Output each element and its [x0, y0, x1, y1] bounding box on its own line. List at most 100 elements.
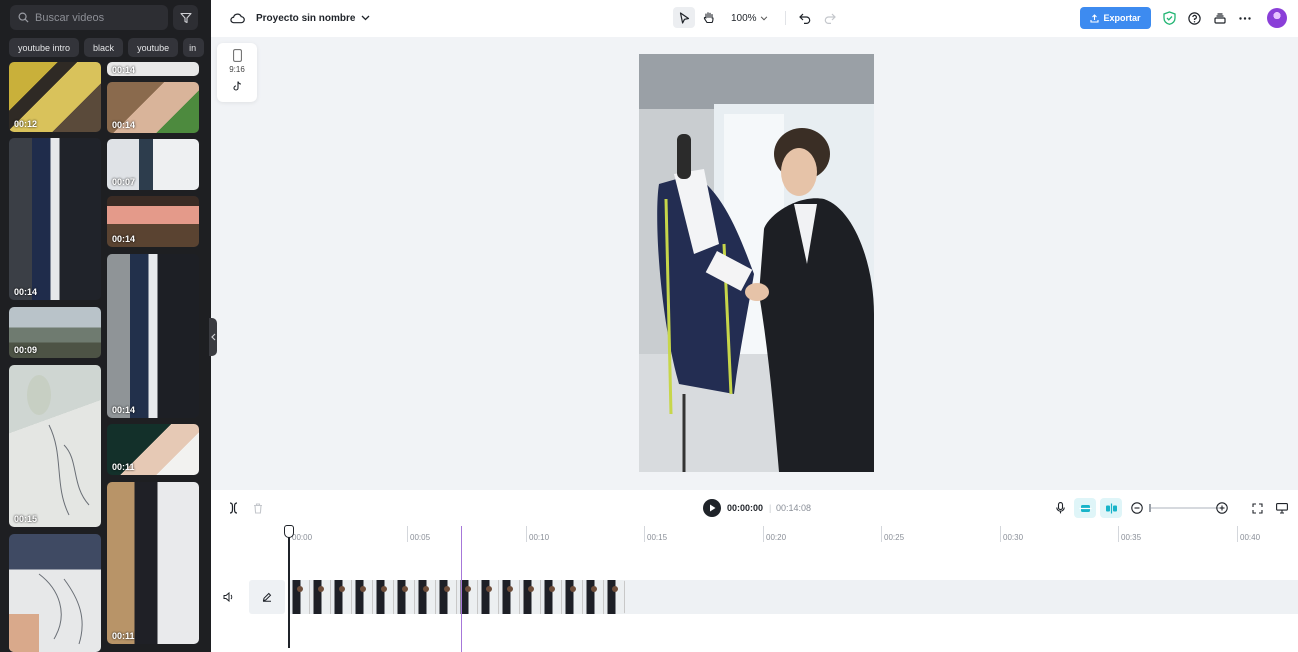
top-bar: Proyecto sin nombre 100% Exportar — [211, 0, 1298, 37]
zoom-level[interactable]: 100% — [731, 10, 757, 26]
upload-icon — [1090, 13, 1100, 23]
zoom-out-icon — [1130, 502, 1143, 514]
microphone-icon — [1055, 502, 1065, 514]
thumbnail-duration: 00:14 — [112, 234, 136, 244]
sketch-drawing — [27, 375, 90, 516]
snap-icon — [1105, 503, 1117, 513]
zoom-out-button[interactable] — [1129, 500, 1144, 516]
clip-frame — [478, 580, 499, 614]
help-button[interactable] — [1186, 9, 1203, 27]
clip-frame — [604, 580, 625, 614]
video-thumbnail[interactable]: 00:15 — [9, 365, 101, 527]
ruler-label: 00:00 — [292, 533, 313, 542]
cloud-icon — [229, 13, 245, 24]
ruler-tick — [1118, 526, 1119, 542]
toolbar-divider — [785, 11, 786, 25]
video-thumbnail[interactable]: 00:11 — [107, 424, 199, 475]
thumbnail-duration: 00:14 — [14, 287, 38, 297]
video-thumbnail[interactable]: 00:12 — [9, 62, 101, 132]
magnet-main-track-button[interactable] — [1074, 498, 1096, 518]
auto-snap-button[interactable] — [1100, 498, 1122, 518]
ruler-tick — [407, 526, 408, 542]
fullscreen-icon — [1251, 502, 1263, 514]
thumbnail-duration: 00:15 — [14, 514, 38, 524]
video-thumbnail[interactable] — [9, 534, 101, 652]
clip-frame — [583, 580, 604, 614]
user-avatar[interactable] — [1267, 8, 1287, 28]
video-thumbnail[interactable]: 00:14 — [107, 62, 199, 76]
shield-check-icon — [1162, 11, 1176, 25]
phone-icon — [232, 49, 242, 62]
more-options-button[interactable] — [1236, 9, 1253, 27]
clip-frame — [289, 580, 310, 614]
project-menu-button[interactable] — [359, 11, 371, 25]
zoom-dropdown-button[interactable] — [758, 11, 770, 25]
video-preview[interactable] — [639, 54, 874, 472]
redo-icon — [824, 13, 836, 24]
ruler-label: 00:20 — [766, 533, 787, 542]
timeline-display-button[interactable] — [1274, 500, 1290, 516]
undo-button[interactable] — [796, 9, 814, 27]
play-button[interactable] — [703, 499, 721, 517]
video-clip[interactable] — [289, 580, 626, 614]
playhead-handle[interactable] — [284, 525, 294, 538]
video-thumbnail[interactable]: 00:14 — [107, 254, 199, 418]
chip-youtube[interactable]: youtube — [128, 38, 179, 57]
select-tool-button[interactable] — [673, 7, 695, 28]
hand-icon — [703, 12, 714, 24]
chevron-down-icon — [760, 15, 768, 20]
ruler-tick — [526, 526, 527, 542]
search-box[interactable] — [10, 5, 168, 30]
aspect-ratio-panel[interactable]: 9:16 — [217, 43, 257, 102]
video-thumbnail[interactable]: 00:14 — [107, 196, 199, 247]
playhead-line[interactable] — [288, 526, 290, 648]
media-sidebar: youtube intro black youtube in 00:12 00:… — [0, 0, 211, 652]
track-cover-edit-button[interactable] — [249, 580, 285, 614]
delete-button[interactable] — [250, 500, 266, 516]
video-thumbnail[interactable]: 00:14 — [107, 82, 199, 133]
thumbnail-duration: 00:14 — [112, 65, 136, 75]
split-button[interactable] — [225, 500, 241, 516]
ruler-label: 00:30 — [1003, 533, 1024, 542]
cloud-save-button[interactable] — [228, 10, 246, 26]
chip-youtube-intro[interactable]: youtube intro — [9, 38, 80, 57]
preview-image — [639, 54, 874, 472]
chevron-down-icon — [361, 15, 369, 21]
zoom-slider[interactable] — [1149, 504, 1219, 512]
record-voice-button[interactable] — [1051, 499, 1069, 517]
layers-button[interactable] — [1211, 9, 1228, 27]
chip-black[interactable]: black — [84, 38, 124, 57]
ruler-tick — [644, 526, 645, 542]
export-button[interactable]: Exportar — [1080, 7, 1151, 29]
aspect-ratio-label: 9:16 — [229, 65, 245, 74]
video-thumbnail[interactable]: 00:11 — [107, 482, 199, 644]
clip-frame — [436, 580, 457, 614]
chip-partial[interactable]: in — [183, 38, 205, 57]
redo-button[interactable] — [821, 9, 839, 27]
clip-frame — [415, 580, 436, 614]
time-separator: | — [769, 503, 772, 513]
thumbnail-duration: 00:09 — [14, 345, 38, 355]
video-thumbnail[interactable]: 00:07 — [107, 139, 199, 190]
clip-frame — [352, 580, 373, 614]
video-thumbnail[interactable]: 00:14 — [9, 138, 101, 300]
track-mute-button[interactable] — [221, 590, 236, 604]
ruler-label: 00:35 — [1121, 533, 1142, 542]
collapse-sidebar-handle[interactable] — [209, 318, 217, 356]
fit-timeline-button[interactable] — [1249, 500, 1265, 516]
search-input[interactable] — [35, 11, 155, 24]
zoom-slider-knob[interactable] — [1149, 504, 1151, 512]
tiktok-icon — [232, 81, 241, 91]
filter-button[interactable] — [173, 5, 198, 30]
monitor-icon — [1276, 502, 1288, 514]
hand-tool-button[interactable] — [699, 7, 719, 28]
video-thumbnail[interactable]: 00:09 — [9, 307, 101, 358]
project-name[interactable]: Proyecto sin nombre — [256, 10, 355, 26]
ruler-tick — [881, 526, 882, 542]
magnet-icon — [1079, 504, 1091, 512]
security-button[interactable] — [1161, 9, 1177, 27]
thumbnail-duration: 00:14 — [112, 120, 136, 130]
hover-indicator-line — [461, 526, 462, 652]
zoom-in-button[interactable] — [1214, 500, 1229, 516]
chevron-left-icon — [210, 333, 215, 341]
